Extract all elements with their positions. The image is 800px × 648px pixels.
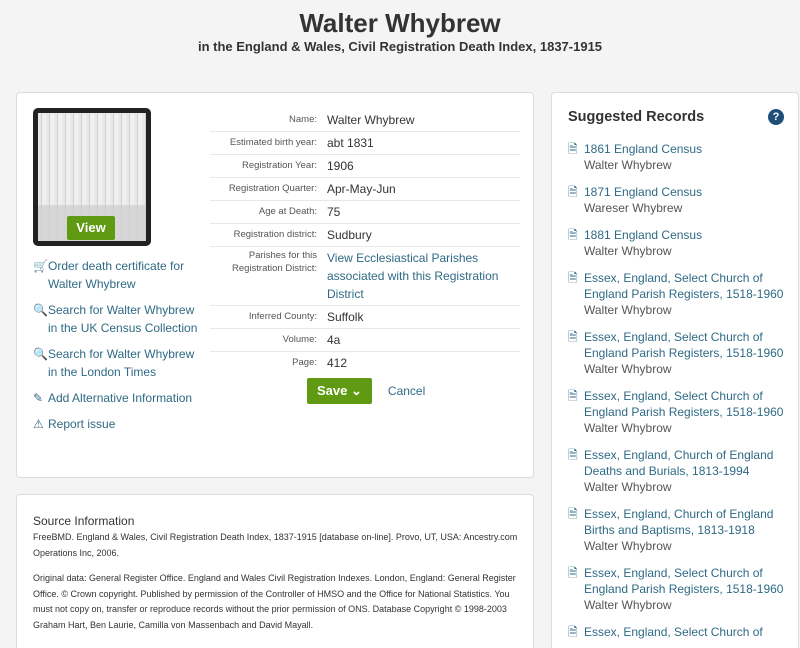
suggested-record[interactable]: 🗎 Essex, England, Church of England Birth…: [568, 506, 794, 555]
suggested-records-title: Suggested Records: [568, 109, 705, 125]
source-panel: Source Information FreeBMD. England & Wa…: [16, 494, 534, 648]
search-census-link[interactable]: 🔍 Search for Walter Whybrew in the UK Ce…: [33, 301, 203, 337]
detail-row-parishes: Parishes for this Registration District:…: [210, 247, 520, 306]
save-button[interactable]: Save ⌄: [307, 378, 372, 404]
detail-row-page: Page: 412: [292, 356, 348, 370]
document-icon: 🗎: [568, 142, 578, 156]
suggested-record[interactable]: 🗎 1871 England Census Wareser Whybrew: [568, 184, 794, 217]
document-icon: 🗎: [568, 389, 578, 403]
document-icon: 🗎: [568, 185, 578, 199]
suggested-records-list: 🗎 1861 England Census Walter Whybrew 🗎 1871…: [568, 141, 794, 648]
suggested-record[interactable]: 🗎 1881 England Census Walter Whybrow: [568, 227, 794, 260]
document-icon: 🗎: [568, 448, 578, 462]
source-original-data: Original data: General Register Office. …: [33, 573, 516, 630]
detail-row-birth: Estimated birth year: abt 1831: [210, 132, 520, 155]
record-thumbnail[interactable]: View: [33, 108, 151, 246]
chevron-down-icon: ⌄: [351, 383, 362, 398]
suggested-record[interactable]: 🗎 Essex, England, Select Church of Englan…: [568, 388, 794, 437]
view-button[interactable]: View: [67, 216, 115, 240]
detail-row-name: Name: Walter Whybrew: [210, 109, 520, 132]
detail-row-district: Registration district: Sudbury: [210, 224, 520, 247]
suggested-record[interactable]: 🗎 Essex, England, Church of England Death…: [568, 447, 794, 496]
detail-row-reg-year: Registration Year: 1906: [210, 155, 520, 178]
document-icon: 🗎: [568, 228, 578, 242]
search-icon: 🔍: [33, 347, 48, 361]
page-header: Walter Whybrew in the England & Wales, C…: [0, 0, 800, 54]
record-actions: 🛒 Order death certificate for Walter Why…: [33, 257, 203, 441]
detail-row-age: Age at Death: 75: [210, 201, 520, 224]
suggested-record[interactable]: 🗎 Essex, England, Select Church of Englan…: [568, 270, 794, 319]
search-icon: 🔍: [33, 303, 48, 317]
document-icon: 🗎: [568, 625, 578, 639]
document-icon: 🗎: [568, 507, 578, 521]
pencil-icon: ✎: [33, 391, 44, 405]
suggested-record[interactable]: 🗎 Essex, England, Select Church of: [568, 624, 794, 640]
source-citation: FreeBMD. England & Wales, Civil Registra…: [33, 532, 518, 558]
search-times-link[interactable]: 🔍 Search for Walter Whybrew in the Londo…: [33, 345, 203, 381]
warning-icon: ⚠: [33, 417, 44, 431]
record-panel: View 🛒 Order death certificate for Walte…: [16, 92, 534, 478]
record-details: Name: Walter Whybrew Estimated birth yea…: [210, 109, 520, 374]
suggested-record[interactable]: 🗎 1861 England Census Walter Whybrew: [568, 141, 794, 174]
add-alternative-link[interactable]: ✎ Add Alternative Information: [33, 389, 203, 407]
page-title: Walter Whybrew: [299, 8, 501, 38]
report-issue-link[interactable]: ⚠ Report issue: [33, 415, 203, 433]
detail-row-county: Inferred County: Suffolk: [210, 306, 520, 329]
view-parishes-link[interactable]: View Ecclesiastical Parishes associated …: [327, 249, 520, 303]
order-certificate-link[interactable]: 🛒 Order death certificate for Walter Why…: [33, 257, 203, 293]
detail-row-volume: Volume: 4a: [210, 329, 520, 352]
suggested-record[interactable]: 🗎 Essex, England, Select Church of Englan…: [568, 329, 794, 378]
suggested-records-panel: Suggested Records ? 🗎 1861 England Census…: [551, 92, 799, 648]
help-icon[interactable]: ?: [768, 109, 784, 125]
page-subtitle: in the England & Wales, Civil Registrati…: [197, 39, 603, 54]
cart-icon: 🛒: [33, 259, 48, 273]
source-title: Source Information: [33, 514, 135, 528]
form-actions: Save ⌄ Cancel: [307, 378, 425, 404]
document-icon: 🗎: [568, 566, 578, 580]
cancel-button[interactable]: Cancel: [388, 384, 425, 398]
suggested-record[interactable]: 🗎 Essex, England, Select Church of Englan…: [568, 565, 794, 614]
document-icon: 🗎: [568, 330, 578, 344]
detail-row-reg-quarter: Registration Quarter: Apr-May-Jun: [210, 178, 520, 201]
document-icon: 🗎: [568, 271, 578, 285]
